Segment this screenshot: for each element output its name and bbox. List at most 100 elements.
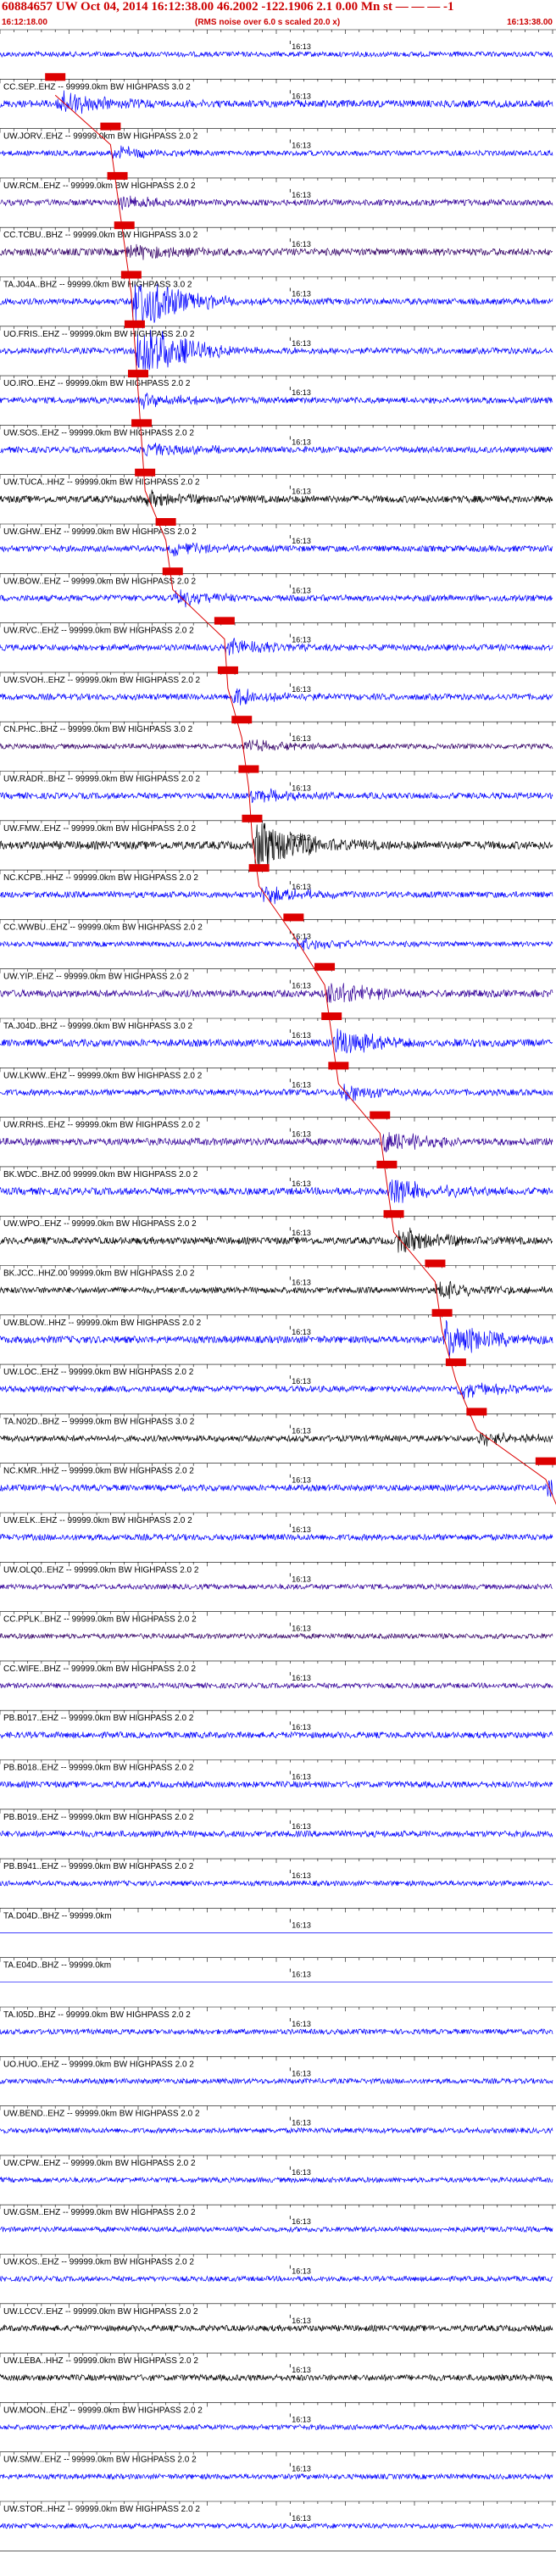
minute-label: 16:13 xyxy=(292,685,311,694)
waveform xyxy=(0,50,553,59)
pick-marker xyxy=(107,171,128,180)
pick-marker xyxy=(328,1062,349,1070)
pick-marker xyxy=(535,1457,556,1465)
trace-label: UW.GHW..EHZ -- 99999.0km BW HIGHPASS 2.0… xyxy=(3,527,197,537)
trace-row: UW.RCM..EHZ -- 99999.0km BW HIGHPASS 2.0… xyxy=(0,171,556,210)
trace-row: PB.B017..EHZ -- 99999.0km BW HIGHPASS 2.… xyxy=(0,1709,556,1740)
waveform xyxy=(0,443,553,457)
trace-row: TA.J04A..BHZ -- 99999.0km BW HIGHPASS 3.… xyxy=(0,270,556,329)
minute-label: 16:13 xyxy=(292,438,311,446)
moveout-line xyxy=(54,94,556,1505)
trace-label: UW.ELK..EHZ -- 99999.0km BW HIGHPASS 2.0… xyxy=(3,1516,192,1525)
minute-label: 16:13 xyxy=(292,537,311,545)
trace-label: UW.JORV..EHZ -- 99999.0km BW HIGHPASS 2.… xyxy=(3,132,198,142)
pick-marker xyxy=(283,913,304,922)
trace-label: TA.I05D..BHZ -- 99999.0km BW HIGHPASS 2.… xyxy=(3,2010,191,2020)
pick-marker xyxy=(321,1012,342,1020)
minute-label: 16:13 xyxy=(292,92,311,100)
waveform xyxy=(0,1681,553,1690)
trace-row: UW.KOS..EHZ -- 99999.0km BW HIGHPASS 2.0… xyxy=(0,2254,556,2283)
trace-row: UW.ELK..EHZ -- 99999.0km BW HIGHPASS 2.0… xyxy=(0,1512,556,1542)
trace-row: UW.RADR..BHZ -- 99999.0km BW HIGHPASS 2.… xyxy=(0,765,556,804)
pick-marker xyxy=(376,1160,398,1168)
minute-label: 16:13 xyxy=(292,2514,311,2523)
trace-row: NC.KCPB..HHZ -- 99999.0km BW HIGHPASS 2.… xyxy=(0,864,556,905)
trace-row: PB.B018..EHZ -- 99999.0km BW HIGHPASS 2.… xyxy=(0,1759,556,1789)
minute-label: 16:13 xyxy=(292,2168,311,2177)
waveform xyxy=(0,1432,553,1447)
minute-label: 16:13 xyxy=(292,784,311,793)
trace-row: PB.B019..EHZ -- 99999.0km BW HIGHPASS 2.… xyxy=(0,1809,556,1838)
waveform xyxy=(0,937,553,951)
waveform xyxy=(0,638,553,656)
waveform xyxy=(0,1029,553,1054)
trace-row: UW.BOW..EHZ -- 99999.0km BW HIGHPASS 2.0… xyxy=(0,567,556,608)
trace-label: UW.BLOW..HHZ -- 99999.0km BW HIGHPASS 2.… xyxy=(3,1319,202,1328)
trace-row: TA.E04D..BHZ -- 99999.0km 16:13 xyxy=(0,1957,556,1983)
waveform xyxy=(0,2275,553,2283)
waveform xyxy=(0,1879,553,1887)
pick-marker xyxy=(155,518,176,526)
trace-label: UW.RRHS..EHZ -- 99999.0km BW HIGHPASS 2.… xyxy=(3,1121,201,1130)
minute-label: 16:13 xyxy=(292,1971,311,1979)
minute-label: 16:13 xyxy=(292,2119,311,2127)
trace-row: UW.LCCV..EHZ -- 99999.0km BW HIGHPASS 2.… xyxy=(0,2303,556,2333)
minute-label: 16:13 xyxy=(292,2020,311,2028)
trace-label: UW.OLQ0..EHZ -- 99999.0km BW HIGHPASS 2.… xyxy=(3,1565,199,1575)
waveform xyxy=(0,2423,553,2431)
waveform xyxy=(0,2373,553,2382)
pick-marker xyxy=(370,1111,391,1119)
trace-label: UW.SVOH..EHZ -- 99999.0km BW HIGHPASS 2.… xyxy=(3,676,201,685)
trace-row: CC.WWBU..EHZ -- 99999.0km BW HIGHPASS 2.… xyxy=(0,913,556,951)
trace-label: PB.B018..EHZ -- 99999.0km BW HIGHPASS 2.… xyxy=(3,1764,194,1773)
minute-label: 16:13 xyxy=(292,932,311,940)
trace-row: UO.FRIS..EHZ -- 99999.0km BW HIGHPASS 2.… xyxy=(0,320,556,371)
trace-label: UW.WPO..EHZ -- 99999.0km BW HIGHPASS 2.0… xyxy=(3,1219,197,1229)
trace-label: UW.LOC..EHZ -- 99999.0km BW HIGHPASS 2.0… xyxy=(3,1368,194,1377)
trace-row: UW.SMW..EHZ -- 99999.0km BW HIGHPASS 2.0… xyxy=(0,2451,556,2480)
minute-label: 16:13 xyxy=(292,1031,311,1040)
minute-label: 16:13 xyxy=(292,488,311,496)
pick-marker xyxy=(383,1210,404,1218)
minute-label: 16:13 xyxy=(292,1476,311,1485)
trace-label: UW.RVC..EHZ -- 99999.0km BW HIGHPASS 2.0… xyxy=(3,627,194,636)
minute-label: 16:13 xyxy=(292,191,311,199)
minute-label: 16:13 xyxy=(292,1674,311,1682)
start-time-label: 16:12:18.00 xyxy=(2,18,47,27)
trace-label: TA.D04D..BHZ -- 99999.0km xyxy=(3,1911,112,1921)
trace-label: UW.SOS..EHZ -- 99999.0km BW HIGHPASS 2.0… xyxy=(3,428,194,438)
waveform xyxy=(0,2027,553,2036)
trace-label: UW.STOR..HHZ -- 99999.0km BW HIGHPASS 2.… xyxy=(3,2505,200,2514)
minute-label: 16:13 xyxy=(292,1921,311,1929)
trace-row: UW.LKWW..EHZ -- 99999.0km BW HIGHPASS 2.… xyxy=(0,1062,556,1101)
waveform xyxy=(0,1084,553,1101)
pick-marker xyxy=(431,1308,453,1317)
minute-label: 16:13 xyxy=(292,339,311,348)
trace-label: UO.FRIS..EHZ -- 99999.0km BW HIGHPASS 2.… xyxy=(3,330,195,339)
trace-row: UW.BEND..EHZ -- 99999.0km BW HIGHPASS 2.… xyxy=(0,2105,556,2134)
trace-label: BK.JCC..HHZ.00 99999.0km BW HIGHPASS 2.0… xyxy=(3,1269,195,1279)
waveform xyxy=(0,1132,553,1153)
trace-label: UW.RCM..EHZ -- 99999.0km BW HIGHPASS 2.0… xyxy=(3,181,196,191)
waveform xyxy=(0,1280,553,1299)
minute-label: 16:13 xyxy=(292,42,311,51)
waveform xyxy=(0,1582,553,1591)
minute-label: 16:13 xyxy=(292,1773,311,1781)
minute-label: 16:13 xyxy=(292,1279,311,1287)
trace-row: 16:13 xyxy=(0,29,556,59)
trace-row: UW.SVOH..EHZ -- 99999.0km BW HIGHPASS 2.… xyxy=(0,666,556,705)
trace-label: UW.YIP..EHZ -- 99999.0km BW HIGHPASS 2.0… xyxy=(3,973,189,982)
pick-marker xyxy=(217,666,238,674)
waveform xyxy=(0,542,553,557)
waveform xyxy=(0,1480,553,1497)
minute-label: 16:13 xyxy=(292,1328,311,1336)
minute-label: 16:13 xyxy=(292,1723,311,1731)
rms-note: (RMS noise over 6.0 s scaled 20.0 x) xyxy=(195,18,341,27)
waveform xyxy=(0,2225,553,2233)
waveform xyxy=(0,90,553,114)
trace-label: UW.GSM..EHZ -- 99999.0km BW HIGHPASS 2.0… xyxy=(3,2208,196,2217)
trace-label: UW.LCCV..EHZ -- 99999.0km BW HIGHPASS 2.… xyxy=(3,2307,198,2317)
trace-label: CN.PHC..BHZ -- 99999.0km BW HIGHPASS 3.0… xyxy=(3,725,193,734)
waveform xyxy=(0,886,553,905)
minute-label: 16:13 xyxy=(292,2069,311,2077)
